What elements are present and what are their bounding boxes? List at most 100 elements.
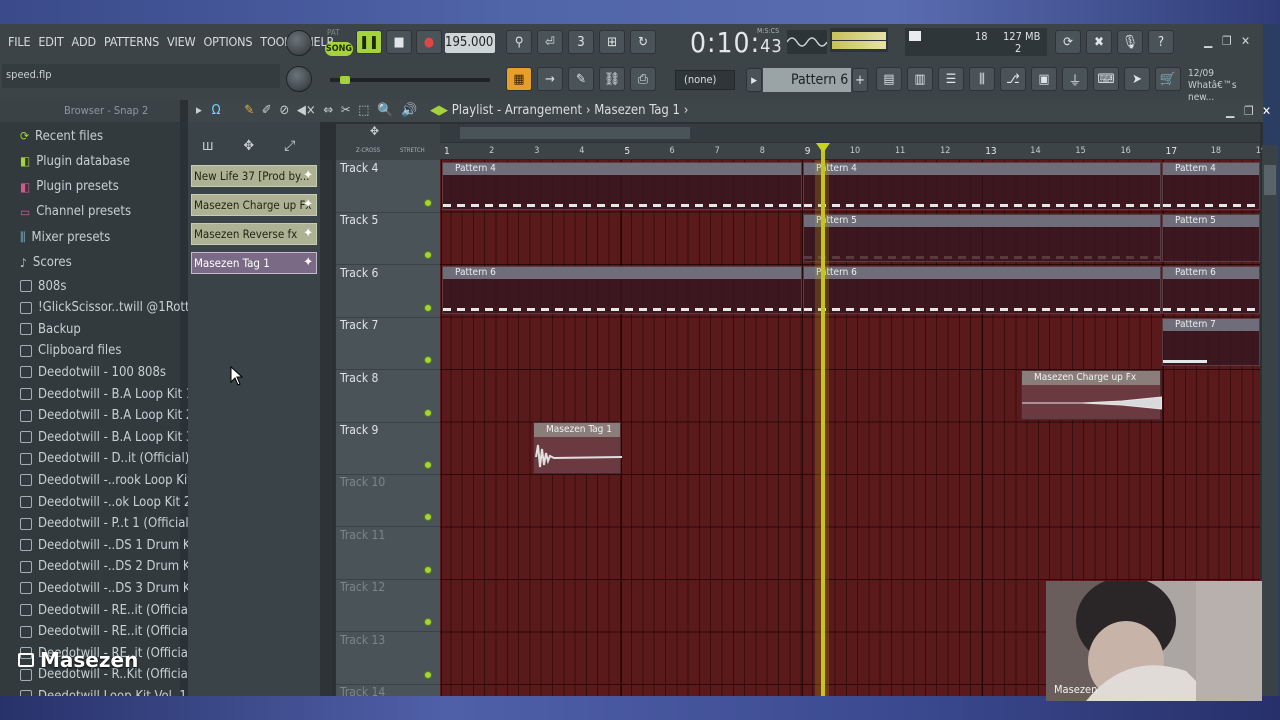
- browser-item[interactable]: Clipboard files: [20, 341, 121, 361]
- song-mode-toggle[interactable]: SONG: [325, 42, 353, 56]
- drag-handle-icon[interactable]: ✦: [303, 224, 313, 244]
- slice-tool-icon[interactable]: ✂: [341, 103, 351, 118]
- playlist-snap-icon[interactable]: ▦: [506, 67, 532, 91]
- pencil-icon[interactable]: ✎: [568, 67, 594, 91]
- master-pitch-slider[interactable]: [330, 78, 490, 82]
- playlist-maximize-icon[interactable]: ❐: [1244, 104, 1254, 118]
- browser-item[interactable]: Deedotwill - RE..it (Official): [20, 600, 196, 620]
- snap-select[interactable]: (none): [675, 70, 735, 90]
- menu-view[interactable]: VIEW: [163, 32, 199, 52]
- touch-keyboard-icon[interactable]: ⌨: [1093, 67, 1119, 91]
- playlist-icon[interactable]: ▤: [876, 67, 902, 91]
- track-label[interactable]: Track 9: [340, 423, 378, 437]
- metronome-icon[interactable]: ⚲: [506, 30, 532, 54]
- arrow-right-icon[interactable]: →: [537, 67, 563, 91]
- browser-item[interactable]: Deedotwill - 100 808s: [20, 362, 166, 382]
- browser-item[interactable]: ⫼ Mixer presets: [20, 227, 110, 247]
- browser-item[interactable]: Deedotwill - RE..it (Official): [20, 622, 196, 642]
- track-label[interactable]: Track 12: [340, 580, 385, 594]
- playhead-marker-icon[interactable]: [816, 143, 830, 153]
- menu-options[interactable]: OPTIONS: [199, 32, 256, 52]
- output-icon[interactable]: ➤: [1124, 67, 1150, 91]
- mute-tool-icon[interactable]: ◀×: [297, 103, 316, 118]
- browser-item[interactable]: Deedotwill - B.A Loop Kit 3: [20, 427, 193, 447]
- countdown-icon[interactable]: 3: [568, 30, 594, 54]
- plug-icon[interactable]: ⏚: [1062, 67, 1088, 91]
- track-label[interactable]: Track 8: [340, 371, 378, 385]
- browser-item[interactable]: Backup: [20, 319, 81, 339]
- pattern-clip[interactable]: Pattern 5: [1162, 214, 1260, 262]
- pattern-clip[interactable]: Pattern 6: [442, 266, 802, 314]
- browser-item[interactable]: ⟳ Recent files: [20, 126, 103, 146]
- browser-item[interactable]: Deedotwill - D..it (Official): [20, 449, 189, 469]
- playlist-minimize-icon[interactable]: ▁: [1226, 104, 1234, 118]
- step-edit-icon[interactable]: ⊞: [599, 30, 625, 54]
- picker-item-selected[interactable]: Masezen Tag 1 ✦: [191, 252, 317, 274]
- browser-item[interactable]: Deedotwill - B.A Loop Kit 2: [20, 406, 193, 426]
- playlist-scrollbar[interactable]: [1262, 145, 1278, 696]
- refresh-icon[interactable]: ⟳: [1055, 30, 1081, 54]
- link-icon[interactable]: ⛓: [599, 67, 625, 91]
- browser-item[interactable]: Deedotwill - B.A Loop Kit 1: [20, 384, 193, 404]
- minimize-icon[interactable]: ▁: [1204, 34, 1212, 48]
- menu-patterns[interactable]: PATTERNS: [100, 32, 163, 52]
- playlist-overview[interactable]: [440, 124, 1260, 142]
- drag-handle-icon[interactable]: ✦: [303, 166, 313, 186]
- pattern-clip[interactable]: Pattern 6: [803, 266, 1161, 314]
- browser-item[interactable]: Deedotwill -..DS 1 Drum Kit: [20, 535, 198, 555]
- plugin-icon[interactable]: ✖: [1086, 30, 1112, 54]
- track-label[interactable]: Track 7: [340, 318, 378, 332]
- track-label[interactable]: Track 6: [340, 266, 378, 280]
- pattern-clip[interactable]: Pattern 4: [1162, 162, 1260, 210]
- pattern-clip[interactable]: Pattern 6: [1162, 266, 1260, 314]
- browser-item[interactable]: ◧ Plugin presets: [20, 177, 119, 197]
- pattern-clip[interactable]: Pattern 4: [803, 162, 1161, 210]
- play-arrow-icon[interactable]: ▸: [196, 103, 202, 118]
- picker-automation-tab-icon[interactable]: ⤢: [284, 138, 295, 154]
- master-pitch-slider-handle[interactable]: [340, 76, 350, 84]
- paint-tool-icon[interactable]: ✐: [262, 103, 272, 118]
- tempo-display[interactable]: 195.000: [445, 33, 495, 53]
- playlist-close-icon[interactable]: ✕: [1262, 104, 1271, 118]
- restore-icon[interactable]: ❐: [1222, 34, 1232, 48]
- picker-item[interactable]: New Life 37 [Prod by... ✦: [191, 165, 317, 187]
- close-icon[interactable]: ✕: [1241, 34, 1250, 48]
- browser-item[interactable]: Deedotwill - P..t 1 (Official): [20, 514, 193, 534]
- draw-tool-icon[interactable]: ✎: [244, 103, 254, 118]
- record-button[interactable]: ●: [416, 30, 442, 54]
- overview-thumb[interactable]: [460, 127, 690, 139]
- track-label[interactable]: Track 13: [340, 633, 385, 647]
- browser-item[interactable]: Deedotwill -..ok Loop Kit 2: [20, 492, 191, 512]
- audio-clip[interactable]: Masezen Charge up Fx: [1021, 370, 1162, 420]
- audio-clip[interactable]: Masezen Tag 1: [533, 422, 622, 474]
- track-label[interactable]: Track 11: [340, 528, 385, 542]
- menu-add[interactable]: ADD: [68, 32, 100, 52]
- zcross-label[interactable]: Z-CROSS: [356, 147, 380, 154]
- track-enable-led[interactable]: [424, 199, 432, 207]
- project-browser-icon[interactable]: ▣: [1031, 67, 1057, 91]
- picker-pattern-tab-icon[interactable]: ш: [202, 138, 214, 154]
- menu-file[interactable]: FILE: [4, 32, 34, 52]
- zoom-icon[interactable]: ✥: [370, 124, 379, 138]
- loop-record-icon[interactable]: ↻: [630, 30, 656, 54]
- picker-audio-tab-icon[interactable]: ✥: [244, 138, 255, 154]
- picker-item[interactable]: Masezen Charge up Fx ✦: [191, 194, 317, 216]
- track-label[interactable]: Track 10: [340, 475, 385, 489]
- track-enable-led[interactable]: [424, 670, 432, 679]
- pattern-selector[interactable]: Pattern 6: [763, 68, 851, 92]
- plugin-picker-icon[interactable]: ⎇: [1000, 67, 1026, 91]
- pattern-clip[interactable]: Pattern 7: [1162, 318, 1260, 366]
- track-enable-led[interactable]: [424, 303, 432, 312]
- playhead[interactable]: [821, 145, 825, 696]
- track-enable-led[interactable]: [424, 461, 432, 469]
- browser-item[interactable]: 808s: [20, 276, 66, 296]
- help-icon[interactable]: ?: [1148, 30, 1174, 54]
- track-enable-led[interactable]: [424, 408, 432, 417]
- mixer-icon[interactable]: ⫼: [969, 67, 995, 91]
- mic-icon[interactable]: 🎙: [1117, 30, 1143, 54]
- track-label[interactable]: Track 4: [340, 161, 378, 175]
- wait-input-icon[interactable]: ⏎: [537, 30, 563, 54]
- pattern-clip[interactable]: Pattern 5: [803, 214, 1161, 262]
- news-panel[interactable]: 12/09 Whatâ€™s new...: [1188, 68, 1260, 104]
- menu-edit[interactable]: EDIT: [34, 32, 67, 52]
